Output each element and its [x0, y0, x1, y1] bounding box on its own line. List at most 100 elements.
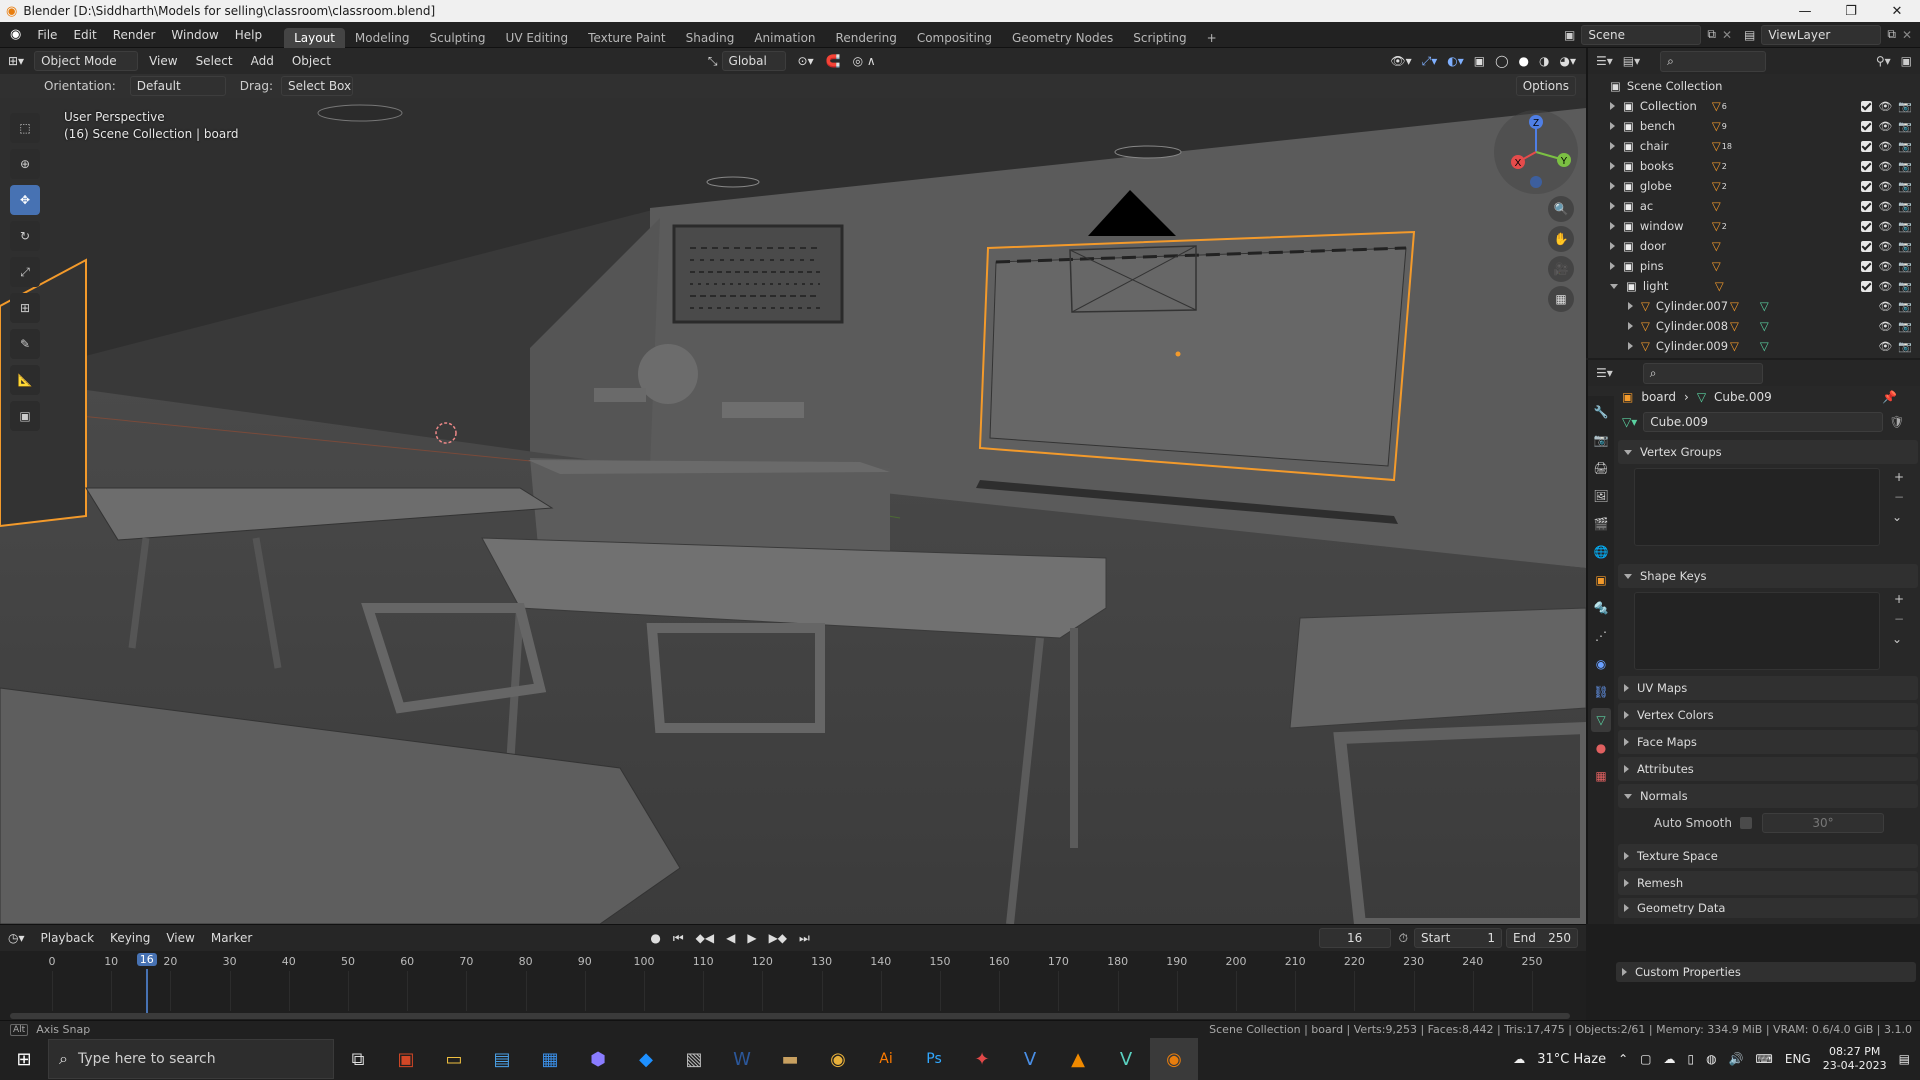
- delete-viewlayer-icon[interactable]: ✕: [1902, 28, 1912, 42]
- fake-user-icon[interactable]: 🛡: [1889, 415, 1904, 429]
- volume-icon[interactable]: 🔊: [1729, 1052, 1744, 1066]
- play-icon[interactable]: ▶: [747, 931, 756, 946]
- outliner-row[interactable]: ▣ bench ▽ 9 👁 📷: [1588, 116, 1920, 136]
- auto-smooth-checkbox[interactable]: [1739, 817, 1752, 829]
- render-camera-icon[interactable]: 📷: [1898, 260, 1912, 273]
- exclude-checkbox[interactable]: [1861, 280, 1873, 292]
- select-box-tool-icon[interactable]: ⬚: [10, 113, 40, 143]
- new-scene-icon[interactable]: ⧉: [1707, 27, 1716, 42]
- viewport-menu-view[interactable]: View: [142, 54, 184, 68]
- viewlayer-selector[interactable]: ViewLayer: [1761, 24, 1882, 45]
- task-view-icon[interactable]: ⧉: [334, 1038, 382, 1080]
- proportional-edit-icon[interactable]: ◎ ∧: [853, 54, 876, 68]
- transform-orientation-dropdown[interactable]: Global: [721, 51, 786, 71]
- tab-modeling[interactable]: Modeling: [345, 28, 420, 48]
- expand-icon[interactable]: [1628, 342, 1633, 350]
- shape-key-remove-icon[interactable]: −: [1894, 612, 1904, 626]
- outliner-row[interactable]: ▣ globe ▽ 2 👁 📷: [1588, 176, 1920, 196]
- solid-shading-icon[interactable]: ●: [1519, 54, 1529, 69]
- snap-icon[interactable]: 🧲: [826, 54, 841, 68]
- pin-icon[interactable]: 📌: [1882, 390, 1897, 404]
- add-workspace-button[interactable]: +: [1197, 28, 1227, 48]
- modifier-tab-icon[interactable]: 🔩: [1591, 596, 1611, 620]
- visibility-eye-icon[interactable]: 👁: [1878, 200, 1892, 213]
- keyboard-icon[interactable]: ⌨: [1756, 1052, 1773, 1066]
- visibility-eye-icon[interactable]: 👁: [1878, 300, 1892, 313]
- vlc-icon[interactable]: ▲: [1054, 1038, 1102, 1080]
- mesh-browse-icon[interactable]: ▽▾: [1622, 415, 1637, 429]
- exclude-checkbox[interactable]: [1861, 140, 1873, 152]
- app-icon-blue[interactable]: ◆: [622, 1038, 670, 1080]
- filter-icon[interactable]: ⚲▾: [1876, 54, 1891, 68]
- timeline-ruler[interactable]: 0 10 20 30 40 50 60 70 80 90 100 110 120 130 140 150 160…: [0, 951, 1586, 1023]
- 3d-viewport[interactable]: ⊞▾ Object Mode View Select Add Object ⤡ …: [0, 48, 1586, 924]
- outliner-row[interactable]: ▣ books ▽ 2 👁 📷: [1588, 156, 1920, 176]
- mesh-name-field[interactable]: Cube.009: [1643, 412, 1884, 432]
- tab-shading[interactable]: Shading: [676, 28, 745, 48]
- wireframe-shading-icon[interactable]: ◯: [1495, 54, 1508, 69]
- scene-collection-row[interactable]: ▣ Scene Collection: [1588, 76, 1920, 96]
- scale-tool-icon[interactable]: ⤢: [10, 257, 40, 287]
- maximize-icon[interactable]: ❐: [1828, 4, 1874, 19]
- tray-app-icon[interactable]: ▢: [1640, 1052, 1651, 1066]
- navigation-gizmo[interactable]: Z Y X: [1494, 110, 1578, 194]
- menu-help[interactable]: Help: [227, 28, 270, 42]
- outliner-row[interactable]: ▣ door ▽ 👁 📷: [1588, 236, 1920, 256]
- next-keyframe-icon[interactable]: ▶◆: [769, 931, 787, 946]
- tab-geometry-nodes[interactable]: Geometry Nodes: [1002, 28, 1123, 48]
- timeline-menu-playback[interactable]: Playback: [33, 931, 103, 945]
- render-camera-icon[interactable]: 📷: [1898, 320, 1912, 333]
- visibility-eye-icon[interactable]: 👁: [1878, 320, 1892, 333]
- vertex-groups-list[interactable]: [1634, 468, 1880, 546]
- notification-icon[interactable]: ▤: [1899, 1052, 1910, 1066]
- material-shading-icon[interactable]: ◑: [1539, 54, 1549, 69]
- app-icon-gray[interactable]: ▧: [670, 1038, 718, 1080]
- timeline-menu-view[interactable]: View: [158, 931, 202, 945]
- visibility-eye-icon[interactable]: 👁: [1878, 340, 1892, 353]
- viewport-menu-object[interactable]: Object: [285, 54, 338, 68]
- texture-tab-icon[interactable]: ▦: [1591, 764, 1611, 788]
- outliner-row[interactable]: ▣ light ▽ 👁 📷: [1588, 276, 1920, 296]
- app-icon-red[interactable]: ✦: [958, 1038, 1006, 1080]
- display-mode-icon[interactable]: ▤▾: [1623, 54, 1640, 68]
- tab-animation[interactable]: Animation: [744, 28, 825, 48]
- vectorworks-icon[interactable]: V: [1006, 1038, 1054, 1080]
- scene-selector[interactable]: Scene: [1581, 24, 1702, 45]
- exclude-checkbox[interactable]: [1861, 160, 1873, 172]
- panel-texture-space[interactable]: Texture Space: [1618, 844, 1918, 868]
- render-camera-icon[interactable]: 📷: [1898, 200, 1912, 213]
- constraints-tab-icon[interactable]: ⛓: [1591, 680, 1611, 704]
- visibility-eye-icon[interactable]: 👁: [1878, 240, 1892, 253]
- current-frame-field[interactable]: 16: [1318, 928, 1391, 948]
- end-frame-field[interactable]: End 250: [1506, 928, 1578, 948]
- camera-view-icon[interactable]: 🎥: [1548, 256, 1574, 282]
- outliner-row[interactable]: ▽ Cylinder.008 ▽ ▽ 👁 📷: [1588, 316, 1920, 336]
- material-tab-icon[interactable]: ●: [1591, 736, 1611, 760]
- playhead-frame-label[interactable]: 16: [136, 953, 157, 966]
- expand-icon[interactable]: [1610, 202, 1615, 210]
- editor-type-icon[interactable]: ⊞▾: [8, 54, 24, 68]
- panel-attributes[interactable]: Attributes: [1618, 757, 1918, 781]
- render-camera-icon[interactable]: 📷: [1898, 340, 1912, 353]
- overlay-toggle-icon[interactable]: ◐▾: [1447, 54, 1464, 69]
- prev-keyframe-icon[interactable]: ◆◀: [696, 931, 714, 946]
- panel-normals[interactable]: Normals: [1618, 784, 1918, 808]
- physics-tab-icon[interactable]: ◉: [1591, 652, 1611, 676]
- render-camera-icon[interactable]: 📷: [1898, 100, 1912, 113]
- world-tab-icon[interactable]: 🌐: [1591, 540, 1611, 564]
- vertex-group-menu-icon[interactable]: ⌄: [1892, 510, 1902, 524]
- exclude-checkbox[interactable]: [1861, 180, 1873, 192]
- scene-tab-icon[interactable]: 🎬: [1591, 512, 1611, 536]
- minimize-icon[interactable]: —: [1782, 4, 1828, 19]
- tool-tab-icon[interactable]: 🔧: [1591, 400, 1611, 424]
- outliner-row[interactable]: ▣ ac ▽ 👁 📷: [1588, 196, 1920, 216]
- add-cube-tool-icon[interactable]: ▣: [10, 401, 40, 431]
- menu-render[interactable]: Render: [105, 28, 164, 42]
- expand-icon[interactable]: [1610, 122, 1615, 130]
- timeline-scrollbar[interactable]: [10, 1013, 1570, 1019]
- shape-keys-list[interactable]: [1634, 592, 1880, 670]
- tab-uv-editing[interactable]: UV Editing: [496, 28, 579, 48]
- panel-vertex-colors[interactable]: Vertex Colors: [1618, 703, 1918, 727]
- expand-icon[interactable]: [1628, 322, 1633, 330]
- expand-icon[interactable]: [1610, 242, 1615, 250]
